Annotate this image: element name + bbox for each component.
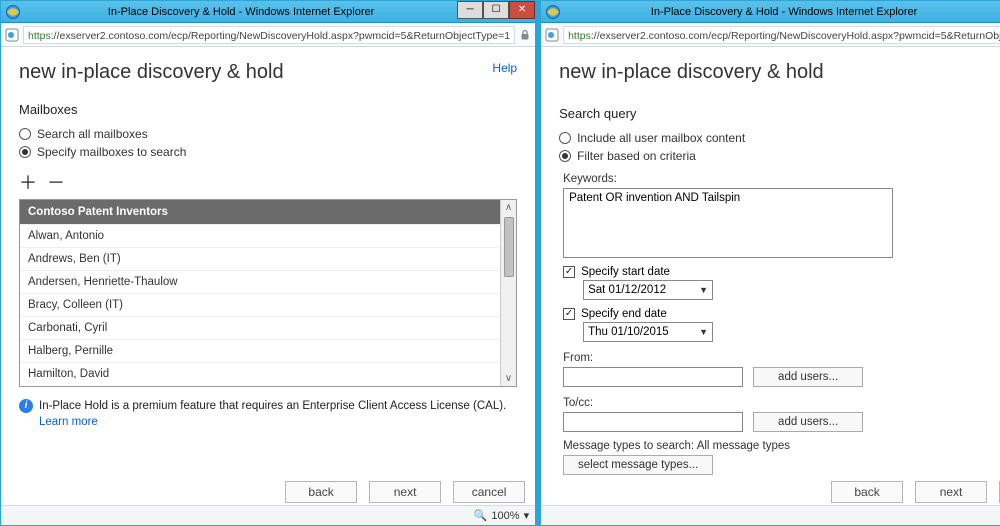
date-value: Thu 01/10/2015: [588, 326, 669, 338]
list-item[interactable]: Alwan, Antonio: [20, 224, 500, 247]
radio-specify-mailboxes[interactable]: Specify mailboxes to search: [19, 145, 517, 159]
radio-label: Specify mailboxes to search: [37, 145, 186, 159]
titlebar[interactable]: In-Place Discovery & Hold - Windows Inte…: [1, 1, 535, 23]
ie-icon: [545, 4, 561, 20]
back-button[interactable]: back: [285, 481, 357, 503]
zoom-icon[interactable]: 🔍: [474, 509, 488, 522]
start-date-checkbox[interactable]: Specify start date: [563, 266, 1000, 278]
radio-icon: [19, 128, 31, 140]
zoom-level[interactable]: 100%: [491, 510, 519, 522]
titlebar[interactable]: In-Place Discovery & Hold - Windows Inte…: [541, 1, 1000, 23]
page-title: new in-place discovery & hold: [19, 61, 517, 84]
wizard-footer: back next cancel: [541, 477, 1000, 505]
wizard-footer: back next cancel: [1, 477, 535, 505]
message-types-label: Message types to search: All message typ…: [563, 440, 1000, 452]
radio-filter-criteria[interactable]: Filter based on criteria: [559, 149, 1000, 163]
window-title: In-Place Discovery & Hold - Windows Inte…: [565, 6, 1000, 18]
list-header[interactable]: Contoso Patent Inventors: [20, 200, 500, 224]
status-bar: 🔍 100% ▾: [1, 505, 535, 525]
mailbox-list: Contoso Patent Inventors Alwan, Antonio …: [19, 199, 517, 387]
scroll-down-icon[interactable]: ∨: [505, 371, 512, 386]
lock-icon: [519, 29, 531, 41]
list-item[interactable]: Halberg, Pernille: [20, 339, 500, 362]
favicon-icon: [545, 28, 559, 42]
checkbox-icon: [563, 308, 575, 320]
window-left: In-Place Discovery & Hold - Windows Inte…: [0, 0, 536, 526]
section-heading-searchquery: Search query: [559, 106, 1000, 121]
checkbox-label: Specify start date: [581, 266, 670, 278]
tocc-input[interactable]: [563, 412, 743, 432]
learn-more-link[interactable]: Learn more: [39, 416, 98, 428]
checkbox-icon: [563, 266, 575, 278]
favicon-icon: [5, 28, 19, 42]
radio-icon: [559, 150, 571, 162]
list-item[interactable]: Andrews, Ben (IT): [20, 247, 500, 270]
end-date-checkbox[interactable]: Specify end date: [563, 308, 1000, 320]
add-mailbox-button[interactable]: ＋: [19, 169, 37, 195]
keywords-input[interactable]: Patent OR invention AND Tailspin: [563, 188, 893, 258]
address-bar: https://exserver2.contoso.com/ecp/Report…: [1, 23, 535, 47]
checkbox-label: Specify end date: [581, 308, 667, 320]
scroll-thumb[interactable]: [504, 217, 514, 277]
maximize-button[interactable]: ☐: [483, 1, 509, 19]
window-title: In-Place Discovery & Hold - Windows Inte…: [25, 6, 457, 18]
from-input[interactable]: [563, 367, 743, 387]
tocc-label: To/cc:: [563, 397, 1000, 409]
chevron-down-icon: ▼: [699, 327, 708, 337]
next-button[interactable]: next: [915, 481, 987, 503]
url-field[interactable]: https://exserver2.contoso.com/ecp/Report…: [23, 26, 515, 44]
list-item[interactable]: Andersen, Henriette-Thaulow: [20, 270, 500, 293]
date-value: Sat 01/12/2012: [588, 284, 666, 296]
add-users-from-button[interactable]: add users...: [753, 367, 863, 387]
url-field[interactable]: https://exserver2.contoso.com/ecp/Report…: [563, 26, 1000, 44]
back-button[interactable]: back: [831, 481, 903, 503]
help-link[interactable]: Help: [492, 61, 517, 75]
premium-note: i In-Place Hold is a premium feature tha…: [19, 399, 517, 430]
from-label: From:: [563, 352, 1000, 364]
minimize-button[interactable]: ─: [457, 1, 483, 19]
chevron-down-icon: ▼: [699, 285, 708, 295]
next-button[interactable]: next: [369, 481, 441, 503]
list-scrollbar[interactable]: ∧ ∨: [500, 200, 516, 386]
start-date-select[interactable]: Sat 01/12/2012 ▼: [583, 280, 713, 300]
address-bar: https://exserver2.contoso.com/ecp/Report…: [541, 23, 1000, 47]
note-text: In-Place Hold is a premium feature that …: [39, 400, 506, 412]
list-item[interactable]: Carbonati, Cyril: [20, 316, 500, 339]
radio-icon: [19, 146, 31, 158]
info-icon: i: [19, 399, 33, 413]
add-users-tocc-button[interactable]: add users...: [753, 412, 863, 432]
radio-search-all[interactable]: Search all mailboxes: [19, 127, 517, 141]
cancel-button[interactable]: cancel: [453, 481, 525, 503]
radio-include-all[interactable]: Include all user mailbox content: [559, 131, 1000, 145]
remove-mailbox-button[interactable]: －: [47, 169, 65, 195]
scroll-up-icon[interactable]: ∧: [505, 200, 512, 215]
ie-icon: [5, 4, 21, 20]
radio-label: Include all user mailbox content: [577, 131, 745, 145]
radio-label: Filter based on criteria: [577, 149, 696, 163]
list-item[interactable]: Hamilton, David: [20, 362, 500, 385]
section-heading-mailboxes: Mailboxes: [19, 102, 517, 117]
page-title: new in-place discovery & hold: [559, 61, 1000, 84]
end-date-select[interactable]: Thu 01/10/2015 ▼: [583, 322, 713, 342]
status-bar: 🔍 100% ▾: [541, 505, 1000, 525]
radio-label: Search all mailboxes: [37, 127, 148, 141]
window-right: In-Place Discovery & Hold - Windows Inte…: [540, 0, 1000, 526]
radio-icon: [559, 132, 571, 144]
list-item[interactable]: Bracy, Colleen (IT): [20, 293, 500, 316]
close-button[interactable]: ✕: [509, 1, 535, 19]
keywords-label: Keywords:: [563, 173, 1000, 185]
select-message-types-button[interactable]: select message types...: [563, 455, 713, 475]
zoom-caret-icon[interactable]: ▾: [524, 509, 530, 522]
